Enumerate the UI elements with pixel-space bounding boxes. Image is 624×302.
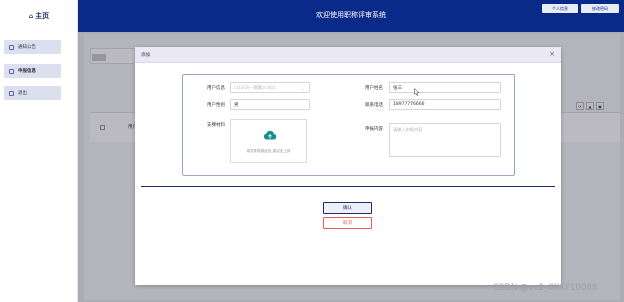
cancel-button[interactable]: 取消 bbox=[323, 217, 372, 229]
upload-dropzone[interactable]: 将文件拖到此处,或点击上传 bbox=[230, 119, 307, 163]
exit-icon bbox=[9, 90, 14, 96]
user-name-label: 用户姓名 bbox=[365, 86, 383, 91]
divider bbox=[141, 186, 555, 187]
user-gender-field[interactable]: 男 bbox=[230, 99, 310, 110]
content-label: 申报内容 bbox=[365, 127, 383, 132]
content-textarea[interactable]: 请输入申报内容 bbox=[389, 123, 501, 157]
phone-field[interactable]: 18977776666 bbox=[389, 99, 501, 110]
add-dialog: 添加 × 用户信息 (1)2(3)--请输入(4)1 ⌄ 用户姓名 张三 用户性… bbox=[135, 47, 561, 285]
user-name-field[interactable]: 张三 bbox=[389, 82, 501, 93]
logo[interactable]: ⌂ 主页 bbox=[0, 0, 78, 32]
apply-icon bbox=[9, 68, 14, 74]
sidebar-item-apply[interactable]: 申报信息 bbox=[4, 64, 61, 78]
sidebar-item-exit[interactable]: 退出 bbox=[4, 86, 61, 100]
profile-button[interactable]: 个人信息 bbox=[542, 4, 578, 13]
header: 欢迎使用职称评审系统 个人信息 修改密码 bbox=[78, 0, 624, 32]
close-icon[interactable]: × bbox=[549, 50, 555, 58]
dialog-title: 添加 bbox=[141, 53, 150, 58]
user-account-select[interactable]: (1)2(3)--请输入(4)1 ⌄ bbox=[230, 82, 310, 93]
confirm-button[interactable]: 确认 bbox=[323, 202, 372, 214]
upload-hint: 将文件拖到此处,或点击上传 bbox=[246, 149, 291, 153]
logo-text: 主页 bbox=[35, 12, 50, 20]
sidebar-item-label: 退出 bbox=[18, 91, 27, 96]
phone-label: 联系电话 bbox=[365, 103, 383, 108]
form-box: 用户信息 (1)2(3)--请输入(4)1 ⌄ 用户姓名 张三 用户性别 男 联… bbox=[182, 74, 515, 176]
notice-icon bbox=[9, 44, 14, 50]
materials-label: 支撑材料 bbox=[207, 123, 225, 128]
sidebar-item-label: 通知公告 bbox=[18, 45, 36, 50]
change-password-button[interactable]: 修改密码 bbox=[581, 4, 619, 13]
user-account-label: 用户信息 bbox=[207, 86, 225, 91]
user-gender-label: 用户性别 bbox=[207, 103, 225, 108]
sidebar-item-notice[interactable]: 通知公告 bbox=[4, 40, 61, 54]
mouse-cursor-icon bbox=[414, 88, 420, 96]
home-icon: ⌂ bbox=[28, 12, 34, 20]
sidebar: ⌂ 主页 通知公告 申报信息 退出 bbox=[0, 0, 78, 302]
upload-cloud-icon bbox=[263, 130, 277, 140]
sidebar-item-label: 申报信息 bbox=[18, 69, 36, 74]
dialog-header: 添加 × bbox=[135, 47, 561, 63]
chevron-down-icon: ⌄ bbox=[301, 86, 305, 91]
watermark: CSDN @vx2_CKKF10088 bbox=[493, 283, 598, 293]
user-account-placeholder: (1)2(3)--请输入(4)1 bbox=[234, 85, 276, 91]
